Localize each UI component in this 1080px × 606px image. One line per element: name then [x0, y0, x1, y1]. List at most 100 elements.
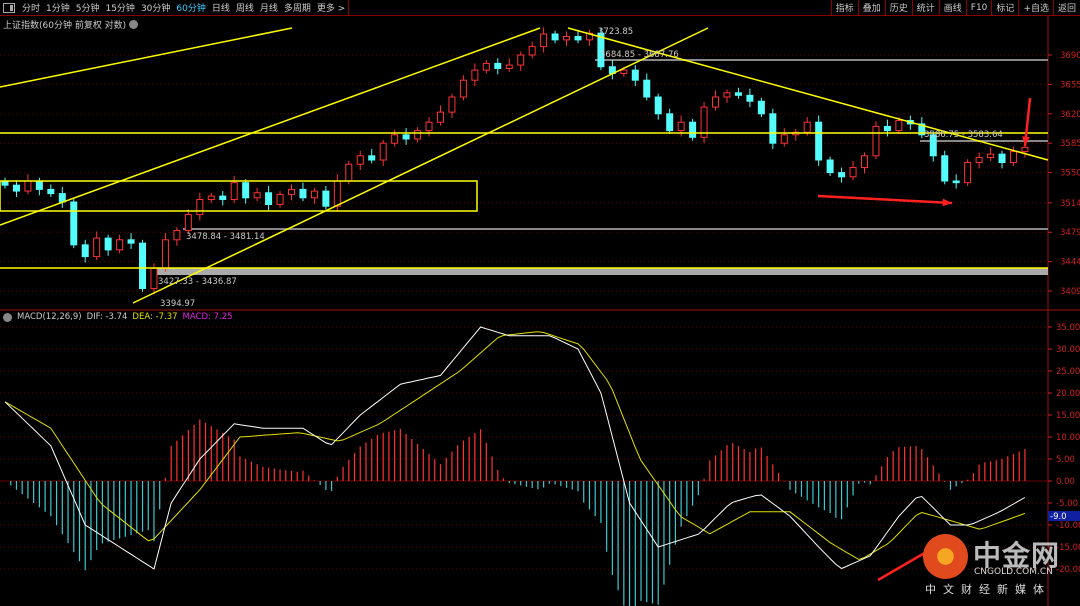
candle-down — [883, 125, 891, 132]
candle-down — [402, 134, 410, 140]
price-annotation: 3723.85 — [598, 27, 633, 37]
candle-up — [563, 36, 571, 41]
candle-down — [769, 113, 777, 144]
candle-down — [47, 188, 55, 195]
price-annotation: 3478.84 - 3481.14 — [186, 232, 265, 242]
candle-down — [746, 94, 754, 102]
candle-down — [242, 182, 250, 199]
candle-down — [104, 237, 112, 251]
y-tick-label: 3585 — [1060, 139, 1080, 149]
candle-down — [299, 188, 307, 199]
candle-up — [1021, 146, 1029, 153]
trend-line — [567, 27, 1049, 161]
candle-down — [826, 159, 834, 174]
current-value-label: -9.0 — [1050, 512, 1067, 522]
candle-up — [276, 193, 284, 206]
candle-up — [310, 190, 318, 199]
candle-up — [93, 237, 101, 258]
chart-canvas[interactable]: 3690 3655 3620 3585 3550 3514 3479 3444 3409 35.0… — [0, 0, 1080, 606]
candle-up — [207, 195, 215, 200]
candle-up — [723, 92, 731, 98]
y-tick-label: 3690 — [1060, 51, 1080, 61]
macd-tick-label: 30.00 — [1056, 345, 1080, 355]
candle-up — [1009, 151, 1017, 164]
candle-up — [620, 69, 628, 74]
candle-down — [35, 180, 43, 190]
candle-down — [551, 33, 559, 41]
candle-up — [528, 46, 536, 56]
watermark-logo: 中金网 CNGOLD.COM.CN 中文财经新媒体 — [920, 532, 1070, 602]
macd-name: MACD(12,26,9) — [17, 312, 82, 322]
candle-up — [288, 188, 295, 195]
dea-line — [4, 331, 1026, 561]
candle-up — [964, 162, 972, 184]
price-annotation: 3684.85 - 3687.76 — [600, 50, 679, 60]
candle-down — [643, 79, 651, 98]
logo-en: CNGOLD.COM.CN — [974, 567, 1053, 577]
macd-dif: DIF: -3.74 — [86, 312, 128, 322]
candle-down — [368, 155, 376, 161]
candle-up — [677, 121, 685, 132]
candle-down — [81, 244, 89, 258]
candle-down — [631, 69, 639, 81]
macd-tick-label: 15.00 — [1056, 411, 1080, 421]
candle-down — [941, 155, 949, 182]
arrow-icon — [817, 194, 953, 205]
macd-tick-label: 35.00 — [1056, 323, 1080, 333]
candle-up — [356, 155, 364, 165]
logo-sub: 中文财经新媒体 — [925, 583, 1051, 596]
candle-up — [436, 111, 444, 123]
candle-up — [391, 134, 399, 144]
candle-down — [838, 172, 846, 178]
macd-tick-label: -10.00 — [1056, 521, 1080, 531]
macd-tick-label: 0.00 — [1056, 477, 1075, 487]
candle-up — [173, 230, 181, 241]
macd-tick-label: 25.00 — [1056, 367, 1080, 377]
candle-up — [253, 192, 261, 199]
candle-up — [895, 120, 903, 132]
y-tick-label: 3620 — [1060, 110, 1080, 120]
candle-up — [780, 134, 788, 144]
macd-tick-label: -5.00 — [1056, 499, 1078, 509]
candle-up — [505, 64, 513, 69]
candle-up — [230, 182, 238, 200]
y-tick-label: 3409 — [1060, 287, 1080, 297]
ref-band — [155, 268, 1048, 275]
candle-up — [24, 180, 32, 192]
candle-down — [70, 201, 78, 246]
candle-up — [345, 163, 353, 182]
macd-tick-label: 20.00 — [1056, 389, 1080, 399]
macd-tick-label: 5.00 — [1056, 455, 1075, 465]
candle-up — [379, 142, 387, 161]
y-tick-label: 3444 — [1060, 258, 1080, 268]
candle-up — [872, 125, 880, 157]
candle-down — [322, 190, 330, 207]
candle-down — [265, 192, 273, 206]
y-tick-label: 3479 — [1060, 228, 1080, 238]
candle-up — [150, 267, 158, 290]
candle-down — [689, 121, 697, 138]
candle-up — [849, 167, 857, 178]
candle-down — [127, 239, 135, 244]
candle-up — [116, 239, 124, 251]
macd-dea: DEA: -7.37 — [132, 312, 178, 322]
y-tick-label: 3550 — [1060, 169, 1080, 179]
price-annotation: 3586.75 - 3583.64 — [924, 130, 1003, 140]
candle-up — [975, 156, 983, 164]
candle-down — [494, 62, 502, 69]
dif-line — [4, 326, 1026, 570]
logo-icon — [923, 534, 968, 579]
candle-down — [654, 96, 662, 115]
trend-line — [0, 27, 293, 88]
candle-up — [712, 96, 720, 108]
settings-icon[interactable] — [3, 312, 12, 322]
macd-tick-label: 10.00 — [1056, 433, 1080, 443]
candle-up — [414, 130, 422, 140]
candle-down — [734, 92, 742, 96]
candle-up — [540, 33, 548, 48]
candle-down — [952, 180, 960, 184]
candle-down — [815, 121, 823, 161]
candle-up — [196, 198, 204, 216]
candle-up — [184, 214, 192, 232]
candle-down — [219, 195, 227, 200]
